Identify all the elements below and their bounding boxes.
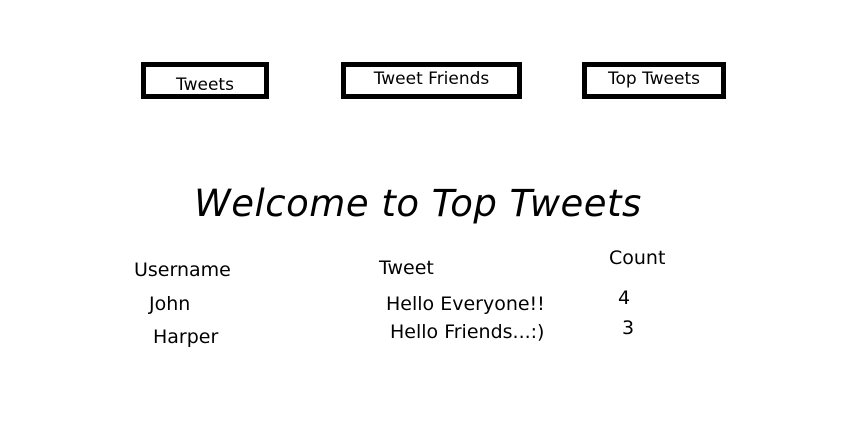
tweets-button[interactable]: Tweets: [141, 62, 269, 99]
tweet-cell: Hello Friends...:): [390, 321, 545, 343]
column-header-count: Count: [609, 247, 666, 269]
count-cell: 4: [618, 287, 631, 309]
page-title: Welcome to Top Tweets: [194, 182, 642, 225]
tweet-friends-button[interactable]: Tweet Friends: [341, 62, 522, 99]
column-header-username: Username: [134, 259, 231, 281]
top-tweets-button[interactable]: Top Tweets: [582, 62, 726, 99]
count-cell: 3: [622, 317, 635, 339]
tweet-cell: Hello Everyone!!: [386, 293, 545, 315]
username-cell: Harper: [153, 326, 219, 348]
column-header-tweet: Tweet: [379, 257, 434, 279]
username-cell: John: [149, 293, 191, 315]
